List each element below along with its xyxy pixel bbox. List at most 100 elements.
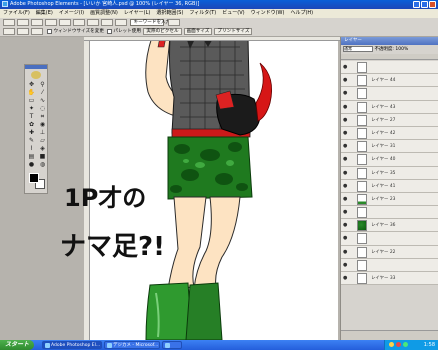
layer-row[interactable]: ● レイヤー 22 (341, 245, 438, 259)
layer-row[interactable]: ● (341, 87, 438, 101)
ignore-palettes-checkbox[interactable] (107, 29, 113, 34)
maximize-button[interactable] (421, 1, 428, 8)
layer-row[interactable]: ● レイヤー 40 (341, 153, 438, 167)
brush-tool-icon[interactable]: ⌇ (27, 145, 36, 152)
visibility-eye-icon[interactable]: ● (343, 223, 347, 228)
visibility-eye-icon[interactable]: ● (343, 183, 347, 188)
selection-brush-tool-icon[interactable]: ◌ (38, 105, 47, 112)
tray-icon-1[interactable] (389, 342, 394, 347)
visibility-eye-icon[interactable]: ● (343, 78, 347, 83)
move-tool-icon[interactable]: ✥ (27, 81, 36, 88)
actual-pixels-button[interactable]: 実際のピクセル (143, 28, 182, 35)
visibility-eye-icon[interactable]: ● (343, 196, 347, 201)
taskbar-item-camera[interactable]: デジカメ - Microsof... (104, 341, 160, 349)
layer-row[interactable]: ● レイヤー 36 (341, 219, 438, 233)
visibility-eye-icon[interactable]: ● (343, 262, 347, 267)
eraser-tool-icon[interactable]: ▱ (38, 137, 47, 144)
zoom-tool-icon[interactable]: ⚲ (38, 81, 47, 88)
marquee-tool-icon[interactable]: ▭ (27, 97, 36, 104)
opacity-label[interactable]: 不透明度: 100% (374, 47, 408, 52)
menu-view[interactable]: ビュー(V) (219, 9, 247, 18)
search-button[interactable] (167, 19, 180, 26)
foreground-color-swatch[interactable] (29, 173, 39, 183)
layer-row[interactable]: ● レイヤー 42 (341, 126, 438, 141)
clone-stamp-tool-icon[interactable]: ⊥ (38, 129, 47, 136)
menu-window[interactable]: ウィンドウ(W) (248, 9, 288, 18)
quickfix-button[interactable] (101, 19, 113, 26)
layer-row[interactable]: ● レイヤー 44 (341, 74, 438, 88)
menu-select[interactable]: 選択範囲(S) (153, 9, 186, 18)
visibility-eye-icon[interactable]: ● (343, 236, 347, 241)
cookie-cutter-tool-icon[interactable]: ✿ (27, 121, 36, 128)
crop-tool-icon[interactable]: ⌗ (38, 113, 47, 120)
paint-bucket-tool-icon[interactable]: ◈ (38, 145, 47, 152)
visibility-eye-icon[interactable]: ● (343, 144, 347, 149)
layer-row[interactable]: ● レイヤー 35 (341, 166, 438, 180)
print-size-button[interactable]: プリントサイズ (214, 28, 253, 35)
resize-windows-checkbox[interactable] (47, 29, 53, 34)
visibility-eye-icon[interactable]: ● (343, 276, 347, 281)
layer-row[interactable]: ● (341, 61, 438, 75)
layer-row[interactable]: ● (341, 258, 438, 272)
layer-row[interactable]: ● (341, 206, 438, 220)
fit-on-screen-button[interactable]: 画面サイズ (183, 28, 213, 35)
visibility-eye-icon[interactable]: ● (343, 65, 347, 70)
red-eye-tool-icon[interactable]: ◉ (38, 121, 47, 128)
color-swatches[interactable] (29, 173, 45, 189)
tray-icon-2[interactable] (396, 342, 401, 347)
layer-row[interactable]: ● レイヤー 41 (341, 179, 438, 193)
visibility-eye-icon[interactable]: ● (343, 91, 347, 96)
gradient-tool-icon[interactable]: ▤ (27, 153, 36, 160)
email-button[interactable] (59, 19, 71, 26)
visibility-eye-icon[interactable]: ● (343, 117, 347, 122)
layer-row[interactable]: ● レイヤー 33 (341, 272, 438, 286)
print-button[interactable] (45, 19, 57, 26)
visibility-eye-icon[interactable]: ● (343, 130, 347, 135)
blend-mode-select[interactable]: 通常 (343, 45, 373, 52)
tray-icon-3[interactable] (403, 342, 408, 347)
toolbox-header[interactable] (25, 65, 47, 69)
hand-tool-icon[interactable]: ✋ (27, 89, 36, 96)
taskbar-item-photoshop[interactable]: Adobe Photoshop El... (42, 341, 102, 349)
magic-wand-tool-icon[interactable]: ✦ (27, 105, 36, 112)
undo-button[interactable] (73, 19, 85, 26)
visibility-eye-icon[interactable]: ● (343, 249, 347, 254)
visibility-eye-icon[interactable]: ● (343, 157, 347, 162)
zoom-in-button[interactable] (17, 28, 29, 35)
visibility-eye-icon[interactable]: ● (343, 210, 347, 215)
layer-row[interactable]: ● レイヤー 27 (341, 113, 438, 127)
minimize-button[interactable] (413, 1, 420, 8)
layer-row[interactable]: ● (341, 232, 438, 246)
menu-layer[interactable]: レイヤー(L) (121, 9, 154, 18)
start-button[interactable]: スタート (0, 340, 34, 350)
save-button[interactable] (31, 19, 43, 26)
help-button[interactable] (115, 19, 127, 26)
type-tool-icon[interactable]: T (27, 113, 36, 120)
layer-row[interactable]: ● レイヤー 31 (341, 140, 438, 154)
menu-edit[interactable]: 編集(E) (33, 9, 56, 18)
visibility-eye-icon[interactable]: ● (343, 104, 347, 109)
menu-filter[interactable]: フィルタ(T) (186, 9, 219, 18)
eyedropper-tool-icon[interactable]: ⁄ (38, 89, 47, 96)
visibility-eye-icon[interactable]: ● (343, 170, 347, 175)
spot-healing-tool-icon[interactable]: ✚ (27, 129, 36, 136)
taskbar-item-extra[interactable] (162, 341, 182, 349)
open-button[interactable] (17, 19, 29, 26)
pencil-tool-icon[interactable]: ✎ (27, 137, 36, 144)
menu-image[interactable]: イメージ(I) (56, 9, 87, 18)
lasso-tool-icon[interactable]: ∿ (38, 97, 47, 104)
redo-button[interactable] (87, 19, 99, 26)
zoom-out-button[interactable] (31, 28, 43, 35)
close-button[interactable] (429, 1, 436, 8)
blur-tool-icon[interactable]: ● (27, 161, 36, 168)
layer-row[interactable]: ● レイヤー 43 (341, 100, 438, 114)
layer-row[interactable]: ● レイヤー 23 (341, 192, 438, 207)
new-file-button[interactable] (3, 19, 15, 26)
sponge-tool-icon[interactable]: ◍ (38, 161, 47, 168)
zoom-tool-button[interactable] (3, 28, 15, 35)
search-input[interactable]: キーワードを入力 (130, 19, 170, 26)
menu-file[interactable]: ファイル(F) (0, 9, 33, 18)
menu-enhance[interactable]: 画質調整(N) (87, 9, 121, 18)
layers-panel-title[interactable]: レイヤー (341, 37, 438, 45)
shape-tool-icon[interactable]: ■ (38, 153, 47, 160)
